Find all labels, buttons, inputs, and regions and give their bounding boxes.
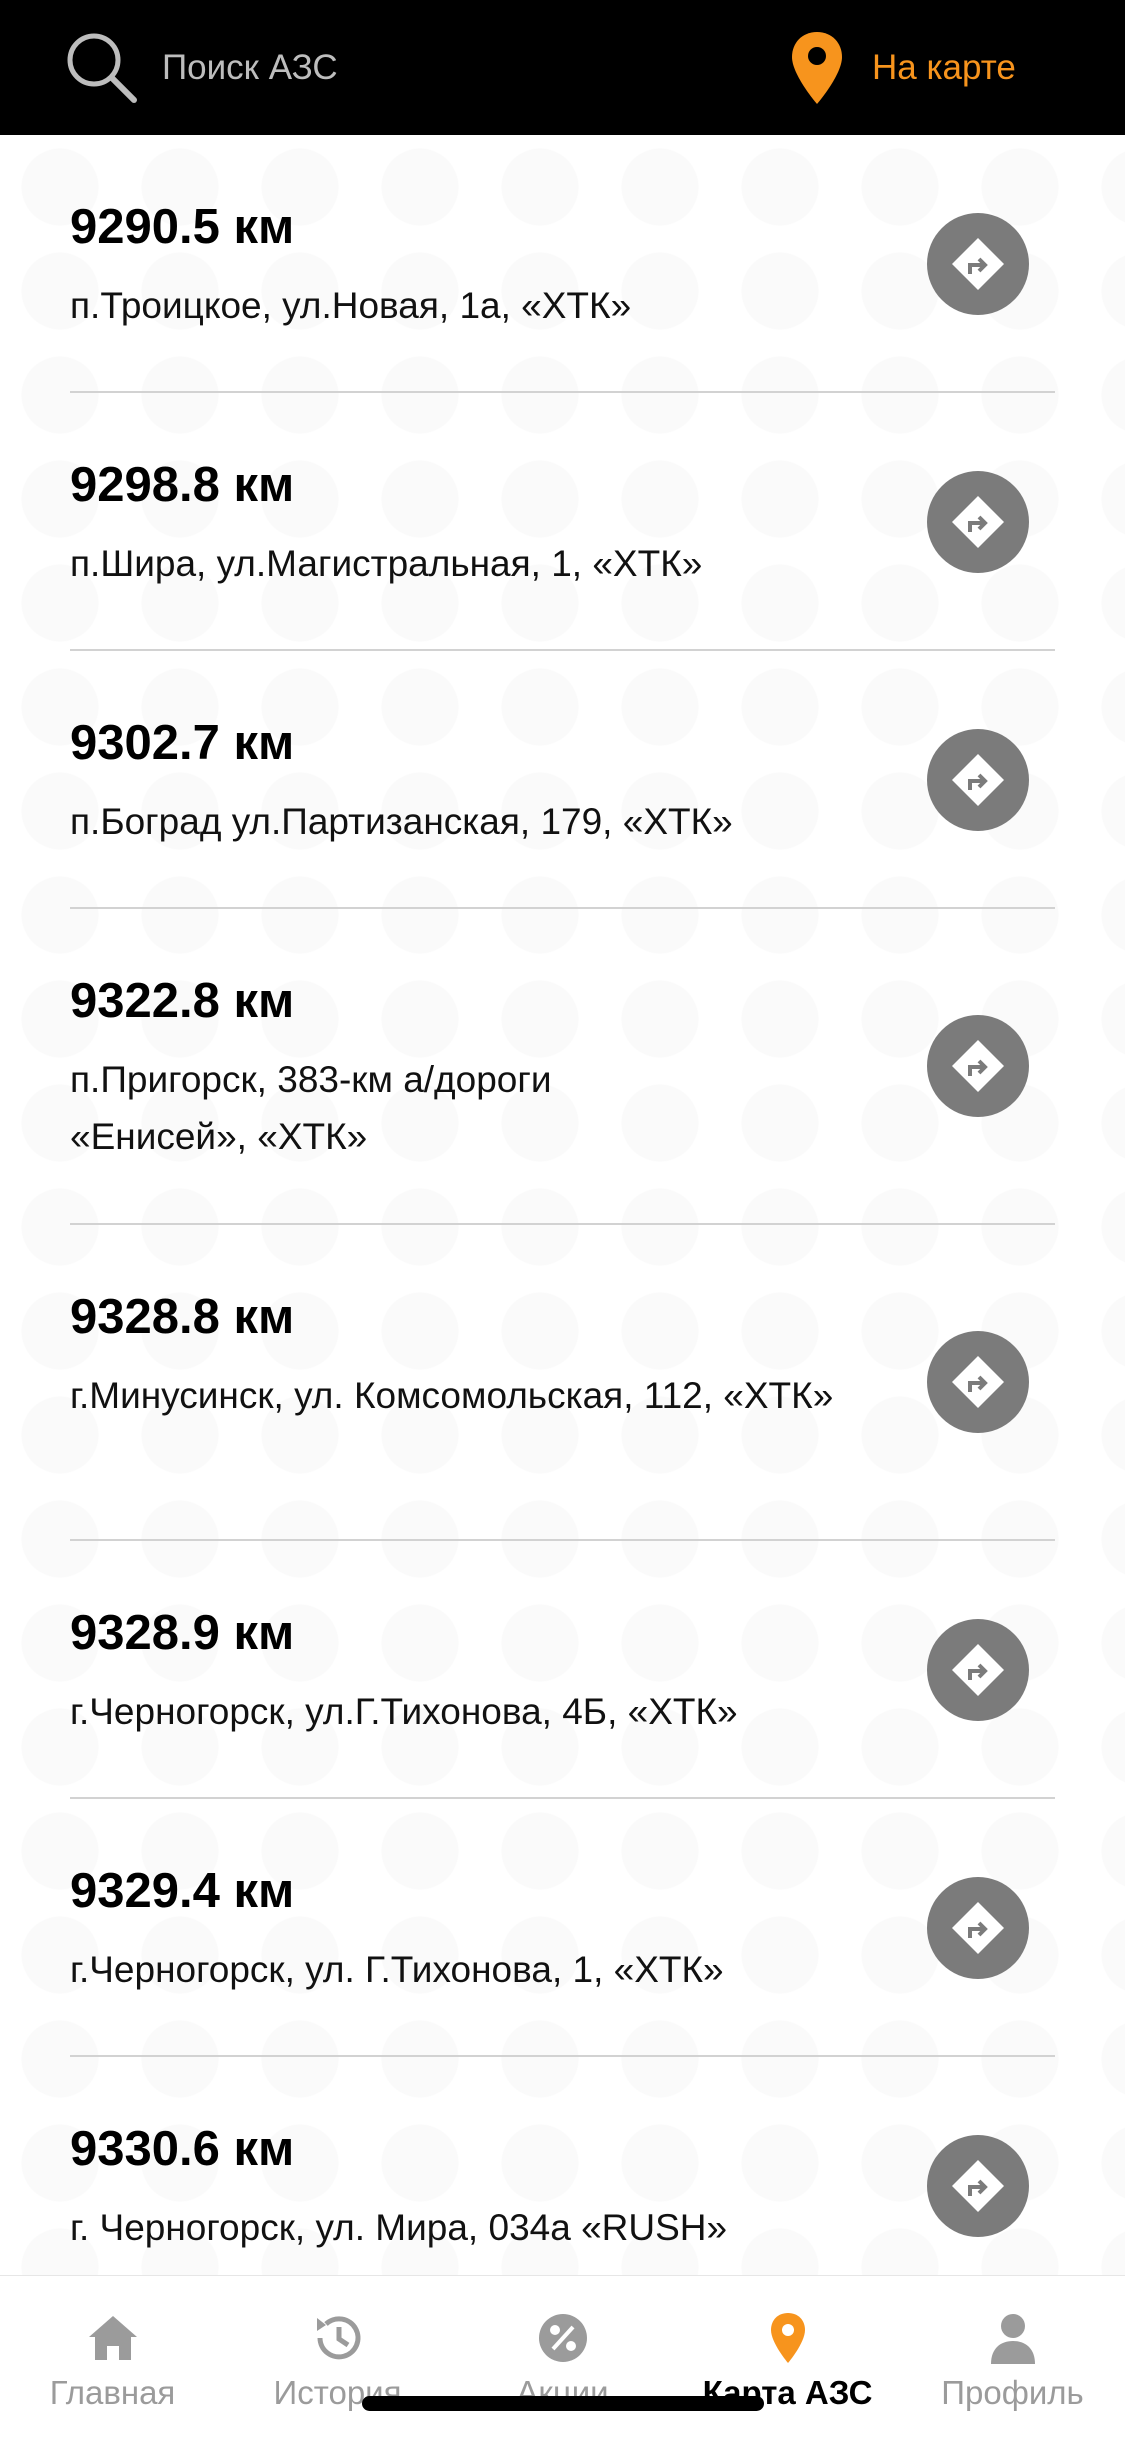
search-icon[interactable] bbox=[64, 30, 140, 106]
on-map-button[interactable]: На карте bbox=[790, 24, 1090, 112]
on-map-label: На карте bbox=[872, 48, 1016, 87]
directions-icon bbox=[952, 2160, 1004, 2212]
tab-station-map[interactable]: Карта АЗС bbox=[675, 2276, 900, 2437]
station-address: п.Пригорск, 383-км а/дороги «Енисей», «Х… bbox=[70, 1059, 552, 1157]
home-icon bbox=[89, 2316, 137, 2360]
map-pin-icon bbox=[792, 32, 842, 104]
station-distance: 9322.8 км bbox=[70, 974, 295, 1028]
directions-icon bbox=[952, 1902, 1004, 1954]
station-distance: 9330.6 км bbox=[70, 2122, 295, 2176]
route-button[interactable] bbox=[927, 471, 1029, 573]
top-bar: Поиск АЗС На карте bbox=[0, 0, 1125, 135]
route-button[interactable] bbox=[927, 1619, 1029, 1721]
station-address: г.Минусинск, ул. Комсомольская, 112, «ХТ… bbox=[70, 1375, 834, 1416]
route-button[interactable] bbox=[927, 1331, 1029, 1433]
station-row[interactable]: 9330.6 км г. Черногорск, ул. Мира, 034а … bbox=[70, 2057, 1055, 2275]
tab-profile[interactable]: Профиль bbox=[900, 2276, 1125, 2437]
tab-label: Профиль bbox=[941, 2374, 1084, 2411]
station-list[interactable]: 9290.5 км п.Троицкое, ул.Новая, 1а, «ХТК… bbox=[0, 135, 1125, 2275]
directions-icon bbox=[952, 238, 1004, 290]
station-distance: 9290.5 км bbox=[70, 200, 295, 254]
route-button[interactable] bbox=[927, 1015, 1029, 1117]
station-distance: 9328.9 км bbox=[70, 1606, 295, 1660]
station-row[interactable]: 9290.5 км п.Троицкое, ул.Новая, 1а, «ХТК… bbox=[70, 135, 1055, 393]
percent-badge-icon bbox=[539, 2314, 587, 2362]
route-button[interactable] bbox=[927, 729, 1029, 831]
station-row[interactable]: 9322.8 км п.Пригорск, 383-км а/дороги «Е… bbox=[70, 909, 1055, 1225]
station-distance: 9328.8 км bbox=[70, 1290, 295, 1344]
route-button[interactable] bbox=[927, 2135, 1029, 2237]
station-address: г.Черногорск, ул.Г.Тихонова, 4Б, «ХТК» bbox=[70, 1691, 738, 1732]
search-input[interactable]: Поиск АЗС bbox=[162, 0, 338, 135]
station-address: п.Троицкое, ул.Новая, 1а, «ХТК» bbox=[70, 285, 632, 326]
tab-label: Главная bbox=[49, 2374, 176, 2411]
station-distance: 9298.8 км bbox=[70, 458, 295, 512]
station-address: г.Черногорск, ул. Г.Тихонова, 1, «ХТК» bbox=[70, 1949, 724, 1990]
station-row[interactable]: 9328.8 км г.Минусинск, ул. Комсомольская… bbox=[70, 1225, 1055, 1541]
directions-icon bbox=[952, 754, 1004, 806]
station-distance: 9329.4 км bbox=[70, 1864, 295, 1918]
map-pin-icon bbox=[771, 2313, 805, 2363]
directions-icon bbox=[952, 1040, 1004, 1092]
station-row[interactable]: 9298.8 км п.Шира, ул.Магистральная, 1, «… bbox=[70, 393, 1055, 651]
home-indicator[interactable] bbox=[362, 2396, 764, 2411]
tab-bar: Главная История Акции Карта АЗС Профиль bbox=[0, 2275, 1125, 2437]
directions-icon bbox=[952, 1356, 1004, 1408]
user-icon bbox=[991, 2314, 1035, 2364]
route-button[interactable] bbox=[927, 1877, 1029, 1979]
directions-icon bbox=[952, 496, 1004, 548]
station-address: п.Шира, ул.Магистральная, 1, «ХТК» bbox=[70, 543, 703, 584]
tab-history[interactable]: История bbox=[225, 2276, 450, 2437]
history-icon bbox=[317, 2316, 361, 2360]
tab-promotions[interactable]: Акции bbox=[450, 2276, 675, 2437]
station-address: г. Черногорск, ул. Мира, 034а «RUSH» bbox=[70, 2207, 728, 2248]
station-distance: 9302.7 км bbox=[70, 716, 295, 770]
route-button[interactable] bbox=[927, 213, 1029, 315]
station-row[interactable]: 9302.7 км п.Боград ул.Партизанская, 179,… bbox=[70, 651, 1055, 909]
station-address: п.Боград ул.Партизанская, 179, «ХТК» bbox=[70, 801, 733, 842]
tab-home[interactable]: Главная bbox=[0, 2276, 225, 2437]
station-row[interactable]: 9328.9 км г.Черногорск, ул.Г.Тихонова, 4… bbox=[70, 1541, 1055, 1799]
directions-icon bbox=[952, 1644, 1004, 1696]
station-row[interactable]: 9329.4 км г.Черногорск, ул. Г.Тихонова, … bbox=[70, 1799, 1055, 2057]
